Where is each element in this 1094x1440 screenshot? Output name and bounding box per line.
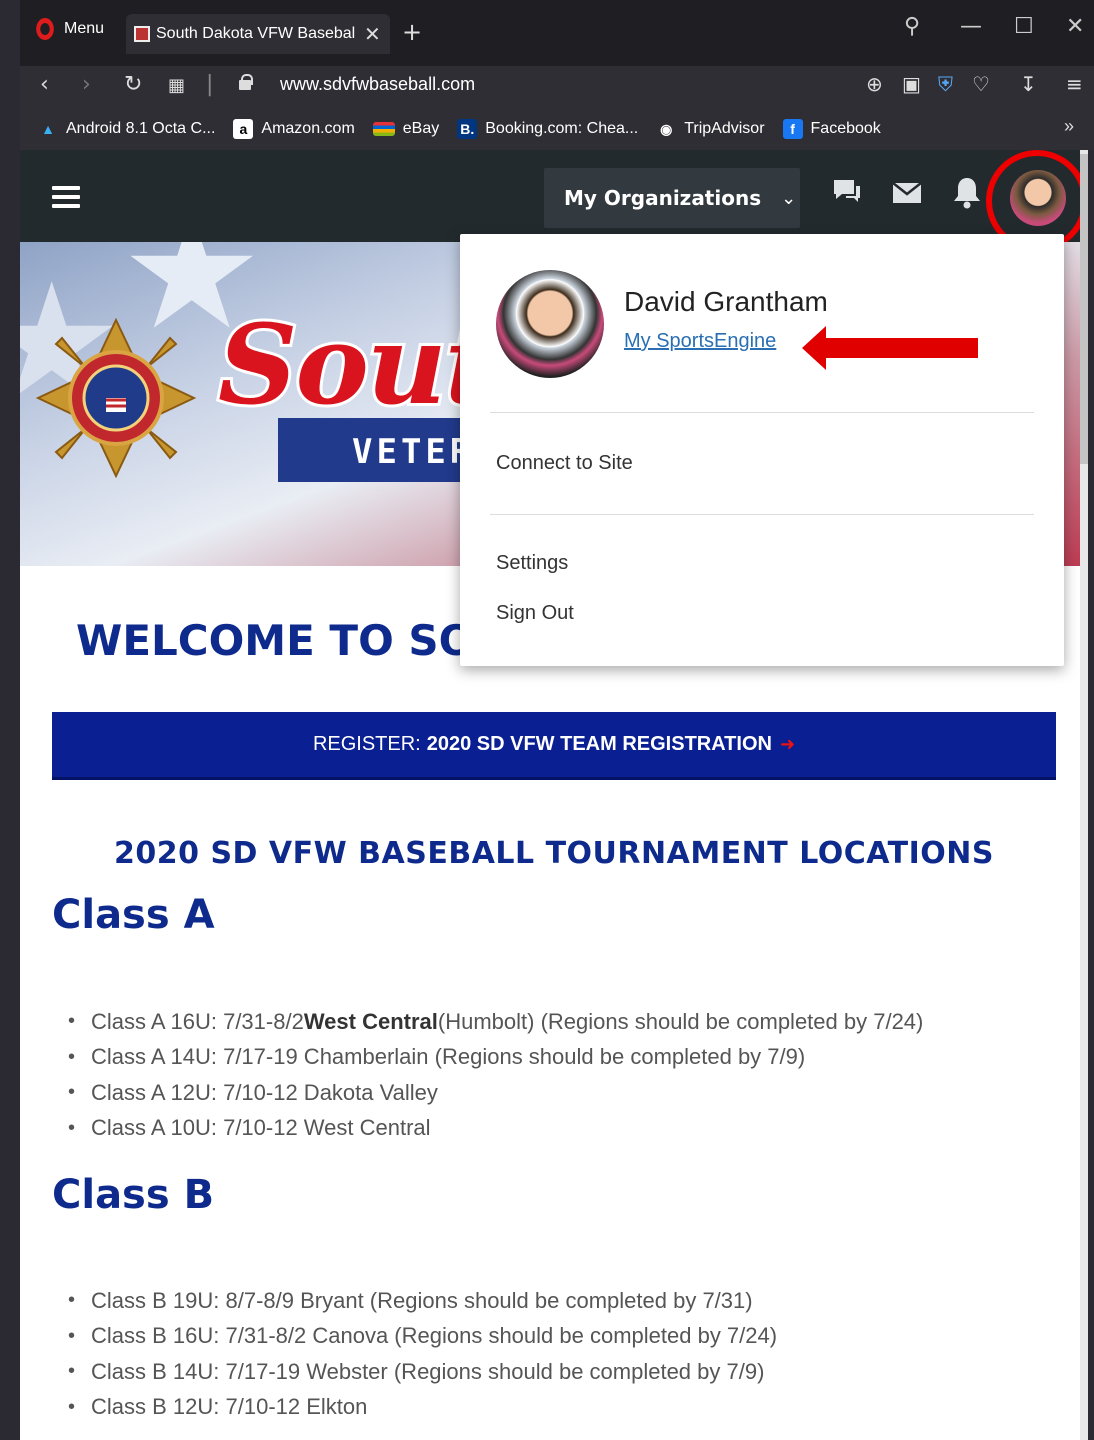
tab-title: South Dakota VFW Basebal <box>156 25 356 42</box>
more-bookmarks-icon[interactable]: » <box>1064 116 1074 137</box>
search-tabs-icon[interactable]: ⚲ <box>904 14 920 39</box>
bookmark-label: eBay <box>402 120 440 137</box>
bookmark-facebook[interactable]: f Facebook <box>782 119 881 139</box>
list-item: Class B 14U: 7/17-19 Webster (Regions sh… <box>68 1354 777 1390</box>
page-title: WELCOME TO SOU <box>76 616 509 665</box>
bookmark-booking[interactable]: B. Booking.com: Chea... <box>457 119 638 139</box>
facebook-icon: f <box>782 119 803 139</box>
user-menu-dropdown: David Grantham My SportsEngine Connect t… <box>460 234 1064 666</box>
amazon-icon: a <box>233 119 254 139</box>
locations-heading: 2020 SD VFW BASEBALL TOURNAMENT LOCATION… <box>114 836 994 871</box>
bookmark-label: Android 8.1 Octa C... <box>66 120 216 137</box>
site-header: My Organizations ⌄ <box>20 150 1088 252</box>
new-tab-icon[interactable]: + <box>402 18 422 46</box>
list-item-text: Class A 14U: 7/17-19 Chamberlain (Region… <box>91 1044 806 1070</box>
connect-to-site-item[interactable]: Connect to Site <box>496 452 633 475</box>
browser-frame: Menu South Dakota VFW Basebal ✕ + ⚲ — ☐ … <box>0 0 1094 1440</box>
divider <box>490 412 1034 413</box>
list-item: Class B 12U: 7/10-12 Elkton <box>68 1390 777 1426</box>
arrow-right-icon: ➜ <box>779 734 796 754</box>
sign-out-item[interactable]: Sign Out <box>496 602 574 625</box>
chat-icon[interactable] <box>832 178 862 206</box>
profile-photo <box>496 270 604 378</box>
ebay-icon <box>372 122 395 136</box>
tab-bar: Menu South Dakota VFW Basebal ✕ + ⚲ — ☐ … <box>20 0 1094 66</box>
page-scrollbar[interactable] <box>1080 150 1088 1440</box>
bookmark-label: Facebook <box>810 120 881 137</box>
bell-icon[interactable] <box>952 176 982 210</box>
lock-icon[interactable] <box>238 74 253 90</box>
opera-menu-button[interactable]: Menu <box>34 18 104 40</box>
bookmark-amazon[interactable]: a Amazon.com <box>233 119 355 139</box>
list-item-text: Class A 10U: 7/10-12 West Central <box>91 1115 431 1141</box>
class-a-heading: Class A <box>52 892 215 938</box>
my-sportsengine-link[interactable]: My SportsEngine <box>624 330 776 353</box>
vpn-shield-icon[interactable]: ⛨ <box>938 72 953 96</box>
bookmark-ebay[interactable]: eBay <box>372 120 440 138</box>
list-item: Class A 10U: 7/10-12 West Central <box>68 1111 923 1147</box>
class-b-heading: Class B <box>52 1172 215 1218</box>
list-item: Class B 19U: 8/7-8/9 Bryant (Regions sho… <box>68 1283 777 1319</box>
list-item: Class B 16U: 7/31-8/2 Canova (Regions sh… <box>68 1319 777 1355</box>
web-page: My Organizations ⌄ ★ ★ Sout VETER WELCOM… <box>20 150 1088 1440</box>
annotation-arrow-icon <box>802 326 978 370</box>
bookmarks-bar: ▲ Android 8.1 Octa C... a Amazon.com eBa… <box>20 108 1094 150</box>
user-name: David Grantham <box>624 286 828 317</box>
list-item: Class A 12U: 7/10-12 Dakota Valley <box>68 1075 923 1111</box>
register-prefix: REGISTER: <box>312 733 421 755</box>
bookmark-label: Amazon.com <box>261 120 355 137</box>
class-a-list: Class A 16U: 7/31-8/2 West Central (Humb… <box>68 1004 923 1146</box>
banner-title: Sout <box>215 297 499 432</box>
divider <box>490 514 1034 515</box>
close-tab-icon[interactable]: ✕ <box>364 22 381 47</box>
easy-setup-icon[interactable]: ≡ <box>1066 72 1083 96</box>
menu-label: Menu <box>64 20 105 37</box>
my-organizations-dropdown[interactable]: My Organizations ⌄ <box>544 168 800 228</box>
bookmark-android[interactable]: ▲ Android 8.1 Octa C... <box>38 119 215 139</box>
zoom-icon[interactable]: ⊕ <box>866 72 883 96</box>
org-menu-label: My Organizations <box>564 186 762 210</box>
bookmark-label: Booking.com: Chea... <box>485 120 639 137</box>
register-link-text: 2020 SD VFW TEAM REGISTRATION <box>426 733 772 755</box>
active-tab[interactable]: South Dakota VFW Basebal ✕ <box>126 14 390 54</box>
speed-dial-icon[interactable]: ▦ <box>168 75 185 96</box>
reload-icon[interactable]: ↻ <box>124 72 142 97</box>
separator: | <box>206 72 214 97</box>
download-icon[interactable]: ↧ <box>1020 72 1037 96</box>
class-b-list: Class B 19U: 8/7-8/9 Bryant (Regions sho… <box>68 1283 777 1425</box>
settings-item[interactable]: Settings <box>496 552 568 575</box>
android-icon: ▲ <box>41 121 55 137</box>
close-window-icon[interactable]: ✕ <box>1066 14 1084 39</box>
address-bar: ‹ › ↻ ▦ | www.sdvfwbaseball.com ⊕ ▣ ⛨ ♡ … <box>20 66 1094 108</box>
list-item-text: (Humbolt) (Regions should be completed b… <box>437 1008 924 1034</box>
opera-logo-icon <box>36 18 54 40</box>
mail-icon[interactable] <box>892 182 922 204</box>
scrollbar-thumb[interactable] <box>1080 154 1088 464</box>
register-button[interactable]: REGISTER: 2020 SD VFW TEAM REGISTRATION … <box>52 712 1056 780</box>
banner-subtitle: VETER <box>278 418 470 482</box>
back-icon[interactable]: ‹ <box>40 72 49 97</box>
list-item: Class A 16U: 7/31-8/2 West Central (Humb… <box>68 1004 923 1040</box>
chevron-down-icon: ⌄ <box>781 187 797 209</box>
booking-icon: B. <box>457 119 478 139</box>
list-item-bold: West Central <box>303 1008 438 1034</box>
maximize-icon[interactable]: ☐ <box>1014 14 1034 39</box>
hamburger-menu-icon[interactable] <box>52 186 80 213</box>
camera-icon[interactable]: ▣ <box>902 72 921 96</box>
bookmark-label: TripAdvisor <box>684 120 765 137</box>
list-item-text: Class A 12U: 7/10-12 Dakota Valley <box>91 1079 438 1105</box>
site-favicon-icon <box>134 26 150 42</box>
url-field[interactable]: www.sdvfwbaseball.com <box>280 74 475 95</box>
vfw-emblem-icon <box>36 318 196 478</box>
list-item: Class A 14U: 7/17-19 Chamberlain (Region… <box>68 1040 923 1076</box>
forward-icon[interactable]: › <box>82 72 91 97</box>
tripadvisor-icon: ◉ <box>660 120 673 137</box>
heart-icon[interactable]: ♡ <box>972 72 990 96</box>
minimize-icon[interactable]: — <box>960 14 982 39</box>
list-item-text: Class A 16U: 7/31-8/2 <box>91 1008 304 1034</box>
bookmark-tripadvisor[interactable]: ◉ TripAdvisor <box>656 119 764 139</box>
